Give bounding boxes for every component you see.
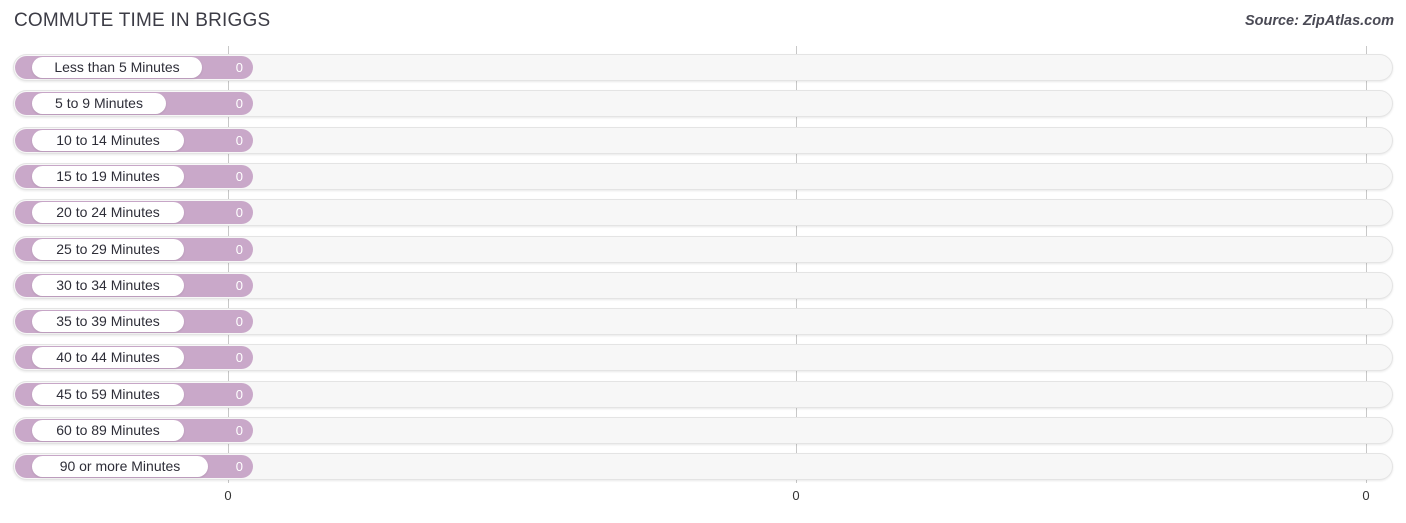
category-label-text: 10 to 14 Minutes <box>56 131 160 148</box>
category-label-text: Less than 5 Minutes <box>54 59 180 75</box>
bar-value-label: 0 <box>235 350 243 366</box>
bar-value-label: 0 <box>235 423 243 438</box>
axis-tick-label: 0 <box>1362 488 1370 503</box>
category-label-text: 90 or more Minutes <box>59 458 181 475</box>
axis-tick-label: 0 <box>792 488 800 503</box>
category-label-text: 5 to 9 Minutes <box>55 95 143 112</box>
bar-value-label: 0 <box>235 241 243 257</box>
bar-value-label: 0 <box>235 277 243 293</box>
category-label-text: 25 to 29 Minutes <box>56 240 160 257</box>
category-label-pill: 60 to 89 Minutes <box>32 420 184 441</box>
category-label-pill: 5 to 9 Minutes <box>32 93 166 115</box>
bar-value-label: 0 <box>235 314 243 330</box>
bar-value-label: 0 <box>235 459 243 475</box>
page-title: COMMUTE TIME IN BRIGGS <box>14 10 271 31</box>
bar-row[interactable]: 0 Less than 5 Minutes <box>13 54 1393 81</box>
bar-row[interactable]: 0 45 to 59 Minutes <box>13 380 1393 408</box>
bar-row[interactable]: 0 60 to 89 Minutes <box>13 417 1393 444</box>
category-label-pill: 45 to 59 Minutes <box>32 383 184 405</box>
category-label-text: 40 to 44 Minutes <box>56 349 160 366</box>
bar-value-label: 0 <box>235 168 243 184</box>
bar-row[interactable]: 0 30 to 34 Minutes <box>13 271 1393 299</box>
category-label-pill: 35 to 39 Minutes <box>32 311 184 333</box>
category-label-pill: 20 to 24 Minutes <box>32 202 184 224</box>
bar-value-label: 0 <box>235 205 243 221</box>
bar-row[interactable]: 0 10 to 14 Minutes <box>13 126 1393 154</box>
category-label-pill: 30 to 34 Minutes <box>32 274 184 296</box>
bar-row[interactable]: 0 90 or more Minutes <box>13 453 1393 481</box>
bar-value-label: 0 <box>235 96 243 112</box>
category-label-text: 60 to 89 Minutes <box>56 422 160 438</box>
category-label-text: 45 to 59 Minutes <box>56 385 160 402</box>
category-label-pill: 25 to 29 Minutes <box>32 238 184 260</box>
chart-header: COMMUTE TIME IN BRIGGS Source: ZipAtlas.… <box>0 0 1406 46</box>
category-label-pill: 10 to 14 Minutes <box>32 129 184 151</box>
source-attribution: Source: ZipAtlas.com <box>1244 13 1394 29</box>
x-axis: 0 0 0 <box>0 483 1406 523</box>
category-label-pill: 15 to 19 Minutes <box>32 165 184 187</box>
bar-row[interactable]: 0 20 to 24 Minutes <box>13 199 1393 227</box>
category-label-pill: 40 to 44 Minutes <box>32 347 184 369</box>
category-label-text: 15 to 19 Minutes <box>56 167 160 184</box>
axis-tick-label: 0 <box>224 488 232 503</box>
chart-plot-area: 0 Less than 5 Minutes 0 5 to 9 Minutes 0 10 t… <box>0 46 1406 483</box>
bar-row[interactable]: 0 35 to 39 Minutes <box>13 308 1393 336</box>
category-label-text: 35 to 39 Minutes <box>56 313 160 330</box>
category-label-pill: 90 or more Minutes <box>32 456 208 478</box>
bar-row[interactable]: 0 5 to 9 Minutes <box>13 90 1393 118</box>
bar-value-label: 0 <box>235 386 243 402</box>
bar-value-label: 0 <box>235 132 243 148</box>
category-label-pill: Less than 5 Minutes <box>32 57 202 78</box>
category-label-text: 20 to 24 Minutes <box>56 204 160 221</box>
category-label-text: 30 to 34 Minutes <box>56 276 160 293</box>
bar-row[interactable]: 0 25 to 29 Minutes <box>13 235 1393 263</box>
bar-row[interactable]: 0 40 to 44 Minutes <box>13 344 1393 372</box>
bar-value-label: 0 <box>235 60 243 75</box>
bar-row[interactable]: 0 15 to 19 Minutes <box>13 162 1393 190</box>
